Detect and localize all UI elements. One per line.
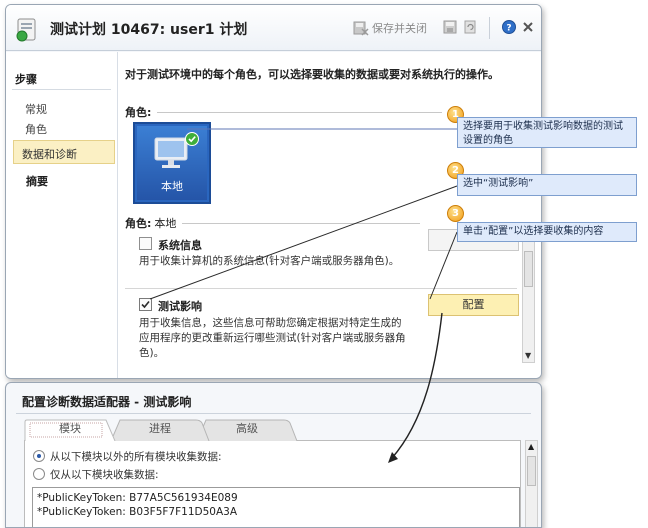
save-and-close-label: 保存并关闭: [372, 22, 427, 35]
tab-modules[interactable]: 模块: [24, 419, 116, 441]
tab-advanced[interactable]: 高级: [196, 419, 298, 441]
scroll-thumb[interactable]: [524, 251, 533, 287]
dialog-title: 配置诊断数据适配器 - 测试影响: [22, 395, 192, 409]
toolbar-separator: [489, 17, 490, 39]
callout-number-3: 3: [447, 205, 464, 222]
step-navigation: 步骤 常规 角色 数据和诊断 摘要: [6, 52, 118, 378]
selected-role-header: 角色: 本地: [125, 215, 421, 231]
radio-only-from-label: 仅从以下模块收集数据:: [50, 469, 159, 481]
module-list[interactable]: *PublicKeyToken: B77A5C561934E089 *Publi…: [32, 487, 520, 527]
test-plan-icon: [16, 18, 36, 42]
callout-3: 单击“配置”以选择要收集的内容: [457, 222, 637, 242]
tab-advanced-label: 高级: [236, 422, 258, 435]
radio-all-except[interactable]: [33, 450, 45, 462]
nav-item-summary[interactable]: 摘要: [26, 173, 48, 189]
data-diagnostics-panel: 对于测试环境中的每个角色，可以选择要收集的数据或要对系统执行的操作。 角色: 本…: [118, 52, 541, 378]
nav-item-data-diagnostics[interactable]: 数据和诊断: [13, 140, 115, 164]
system-info-description: 用于收集计算机的系统信息(针对客户端或服务器角色)。: [139, 255, 400, 267]
adapter-list-scrollbar[interactable]: ▲ ▼: [522, 232, 535, 363]
save-icon[interactable]: [443, 20, 457, 34]
selected-role-value: 本地: [154, 217, 177, 230]
help-icon[interactable]: ?: [502, 20, 516, 34]
tab-modules-label: 模块: [59, 422, 81, 435]
callout-2: 选中“测试影响”: [457, 174, 637, 196]
dialog-scrollbar[interactable]: ▲: [525, 440, 538, 527]
callout-1: 选择要用于收集测试影响数据的测试设置的角色: [457, 117, 637, 148]
save-and-close-button[interactable]: 保存并关闭: [353, 20, 427, 36]
radio-all-except-label: 从以下模块以外的所有模块收集数据:: [50, 451, 222, 463]
checkmark-icon: [185, 132, 199, 146]
test-impact-title: 测试影响: [158, 300, 202, 313]
role-tile-local[interactable]: 本地: [133, 122, 211, 204]
scroll-down-arrow[interactable]: ▼: [525, 352, 531, 360]
checkbox-check-icon: [141, 300, 150, 309]
test-impact-description: 用于收集信息，这些信息可帮助您确定根据对特定生成的应用程序的更改重新运行哪些测试…: [139, 317, 406, 359]
adapter-separator: [125, 288, 517, 289]
instruction-text: 对于测试环境中的每个角色，可以选择要收集的数据或要对系统执行的操作。: [125, 68, 499, 81]
window-title: 测试计划 10467: user1 计划: [50, 22, 248, 38]
system-info-title: 系统信息: [158, 239, 202, 252]
tab-process-label: 进程: [149, 422, 171, 435]
test-impact-checkbox[interactable]: [139, 298, 152, 311]
title-bar: 测试计划 10467: user1 计划 保存并关闭 ?: [6, 5, 541, 51]
radio-only-from[interactable]: [33, 468, 45, 480]
refresh-icon[interactable]: [463, 20, 477, 34]
dialog-title-divider: [16, 413, 531, 414]
close-icon[interactable]: [521, 20, 535, 34]
nav-item-roles[interactable]: 角色: [25, 121, 47, 137]
role-tile-label: 本地: [161, 180, 183, 193]
nav-divider: [12, 89, 111, 90]
configure-adapter-dialog: 配置诊断数据适配器 - 测试影响 模块 进程 高级 从以下模块以外的所有模块收集…: [5, 382, 542, 528]
save-close-icon: [353, 21, 369, 36]
configure-button[interactable]: 配置: [428, 294, 519, 316]
roles-section-header: 角色:: [125, 104, 443, 120]
dialog-scroll-thumb[interactable]: [527, 456, 536, 486]
svg-text:?: ?: [506, 24, 511, 34]
nav-item-data-diagnostics-label: 数据和诊断: [22, 148, 77, 161]
modules-tab-panel: 从以下模块以外的所有模块收集数据: 仅从以下模块收集数据: *PublicKey…: [24, 440, 521, 527]
roles-header-label: 角色:: [125, 106, 152, 119]
module-list-item[interactable]: *PublicKeyToken: B77A5C561934E089: [37, 492, 238, 504]
module-list-item[interactable]: *PublicKeyToken: B03F5F7F11D50A3A: [37, 506, 237, 518]
selected-role-rule: [182, 222, 421, 224]
tab-process[interactable]: 进程: [110, 419, 210, 441]
selected-role-prefix: 角色:: [125, 217, 152, 230]
nav-item-general[interactable]: 常规: [25, 101, 47, 117]
system-info-checkbox[interactable]: [139, 237, 152, 250]
dialog-scroll-up-arrow[interactable]: ▲: [528, 443, 534, 451]
roles-header-rule: [157, 111, 443, 113]
steps-header: 步骤: [15, 73, 37, 86]
